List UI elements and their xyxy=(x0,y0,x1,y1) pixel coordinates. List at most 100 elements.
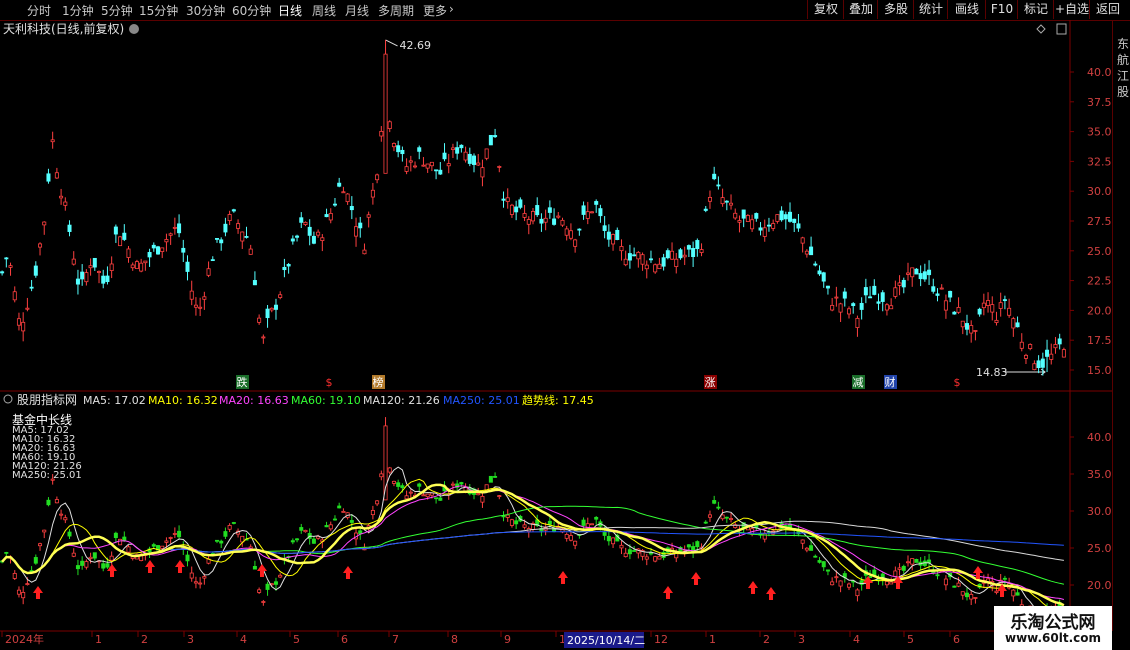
price-candle-body xyxy=(168,233,173,236)
toolbar-button-8[interactable]: 返回 xyxy=(1089,0,1126,19)
indicator-candle-body xyxy=(164,540,169,543)
price-candle-body xyxy=(101,275,106,284)
price-candle-body xyxy=(863,287,868,296)
price-candle-body xyxy=(589,211,594,214)
indicator-candle-body xyxy=(185,554,190,562)
price-candle-body xyxy=(8,265,13,268)
legend-item-5: MA250: 25.01 xyxy=(443,394,520,407)
price-candle-body xyxy=(594,201,599,205)
indicator-candle-body xyxy=(63,517,68,521)
indicator-candle-body xyxy=(657,555,662,560)
period-tab-4[interactable]: 30分钟 xyxy=(186,2,225,19)
price-candle-body xyxy=(640,254,645,265)
toolbar-button-0[interactable]: 复权 xyxy=(807,0,844,19)
sidebar-char: 江 xyxy=(1116,69,1129,83)
indicator-candle-body xyxy=(189,572,194,579)
indicator-candle-body xyxy=(813,555,818,558)
stock-title: 天利科技(日线,前复权) xyxy=(3,21,124,36)
period-toolbar: 分时 1分钟 5分钟 15分钟 30分钟 60分钟 日线 周线 月线 多周期 更多 › 复权 叠加 多股 统计… xyxy=(0,0,1130,21)
toolbar-button-3[interactable]: 统计 xyxy=(913,0,948,19)
time-label-2: 2 xyxy=(141,633,148,646)
period-tab-10[interactable]: 更多 xyxy=(423,2,447,19)
toolbar-button-4[interactable]: 画线 xyxy=(947,0,986,19)
time-label-16: 5 xyxy=(907,633,914,646)
price-candle-body xyxy=(214,238,219,240)
period-tab-2[interactable]: 5分钟 xyxy=(101,2,133,19)
indicator-candle-body xyxy=(324,525,329,528)
price-candle-body xyxy=(838,303,843,313)
price-candle-body xyxy=(897,282,902,286)
indicator-candle-body xyxy=(809,545,814,551)
price-candle-body xyxy=(303,221,308,225)
indicator-candle-body xyxy=(400,485,405,489)
indicator-candle-body xyxy=(16,589,21,595)
indicator-candle-body xyxy=(202,576,207,579)
low-price-label: 14.83 xyxy=(976,366,1008,379)
price-tick-label: 30.00 xyxy=(1087,185,1112,198)
period-tab-7[interactable]: 周线 xyxy=(312,2,336,19)
toolbar-button-2[interactable]: 多股 xyxy=(877,0,914,19)
price-candle-body xyxy=(375,174,380,181)
price-candle-body xyxy=(505,197,510,202)
panel-toggle-icon xyxy=(1056,23,1067,35)
price-candle-body xyxy=(295,235,300,238)
event-tag-1: $ xyxy=(326,376,333,389)
indicator-candle-body xyxy=(168,537,173,539)
price-candle-body xyxy=(526,219,531,225)
price-candle-body xyxy=(800,237,805,244)
toolbar-button-5[interactable]: F10 xyxy=(985,0,1018,19)
indicator-name: 股朋指标网 xyxy=(17,392,77,407)
price-candle-body xyxy=(59,195,64,199)
indicator-candle-body xyxy=(505,514,510,518)
indicator-candle-body xyxy=(38,543,43,547)
price-tick-label: 32.50 xyxy=(1087,155,1112,168)
price-candle-body xyxy=(396,145,401,153)
toolbar-button-1[interactable]: 叠加 xyxy=(843,0,878,19)
price-candle-body xyxy=(821,272,826,282)
price-candle-body xyxy=(358,222,363,229)
period-tab-1[interactable]: 1分钟 xyxy=(62,2,94,19)
price-candle-body xyxy=(1053,344,1058,349)
price-candle-body xyxy=(530,211,536,222)
price-candle-body xyxy=(324,214,329,218)
up-arrow-icon xyxy=(766,587,776,600)
price-candle-body xyxy=(657,263,662,270)
period-tab-8[interactable]: 月线 xyxy=(345,2,369,19)
price-candle-body xyxy=(88,265,93,269)
indicator-candle-body xyxy=(25,583,30,586)
price-candle-body xyxy=(383,53,388,174)
price-candle-body xyxy=(29,286,34,289)
moving-average-lines xyxy=(1,466,1065,618)
period-tab-0[interactable]: 分时 xyxy=(27,2,51,19)
price-candle-body xyxy=(67,224,72,232)
price-candle-body xyxy=(417,147,422,152)
price-candle-body xyxy=(910,267,915,278)
indicator-candle-body xyxy=(573,540,578,546)
indicator-candle-body xyxy=(265,583,270,590)
price-candle-body xyxy=(842,291,847,299)
chevron-right-icon[interactable]: › xyxy=(449,2,454,16)
toolbar-button-6[interactable]: 标记 xyxy=(1017,0,1054,19)
period-tab-3[interactable]: 15分钟 xyxy=(139,2,178,19)
toolbar-button-7[interactable]: +自选 xyxy=(1053,0,1090,19)
period-tab-9[interactable]: 多周期 xyxy=(378,2,414,19)
price-candle-body xyxy=(446,163,451,167)
time-label-14: 3 xyxy=(798,633,805,646)
price-candle-body xyxy=(573,239,578,247)
period-tab-5[interactable]: 60分钟 xyxy=(232,2,271,19)
price-candle-body xyxy=(994,319,999,323)
indicator-candle-body xyxy=(707,514,712,518)
up-arrow-icon xyxy=(663,586,673,599)
indicator-candle-body xyxy=(488,475,493,483)
price-candle-body xyxy=(543,217,548,223)
period-tab-6[interactable]: 日线 xyxy=(278,2,302,19)
indicator-candle-body xyxy=(379,473,384,478)
indicator-candle-body xyxy=(349,520,354,523)
indicator-candle-body xyxy=(429,492,434,496)
price-candle-body xyxy=(686,245,691,250)
indicator-candle-body xyxy=(648,552,653,555)
price-candle-body xyxy=(939,287,944,290)
price-candle-body xyxy=(678,249,683,259)
indicator-candle-body xyxy=(59,513,64,516)
kline-chart[interactable]: 天利科技(日线,前复权)42.6914.83 40.0037.5035.0032… xyxy=(0,20,1112,650)
